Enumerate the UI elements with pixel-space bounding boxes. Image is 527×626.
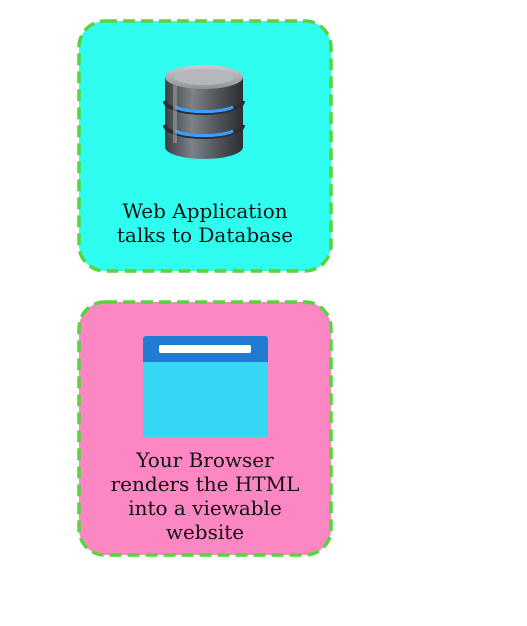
browser-window-icon xyxy=(143,336,268,437)
database-card: Web Application talks to Database xyxy=(77,19,333,273)
label-line: website xyxy=(165,520,245,544)
database-card-label: Web Application talks to Database xyxy=(77,199,333,247)
label-line: Your Browser xyxy=(136,448,274,472)
database-icon xyxy=(163,65,245,159)
browser-card-label: Your Browser renders the HTML into a vie… xyxy=(77,448,333,544)
label-line: into a viewable xyxy=(128,496,282,520)
label-line: Web Application xyxy=(122,199,288,223)
browser-card: Your Browser renders the HTML into a vie… xyxy=(77,300,333,557)
label-line: renders the HTML xyxy=(110,472,300,496)
label-line: talks to Database xyxy=(116,223,294,247)
